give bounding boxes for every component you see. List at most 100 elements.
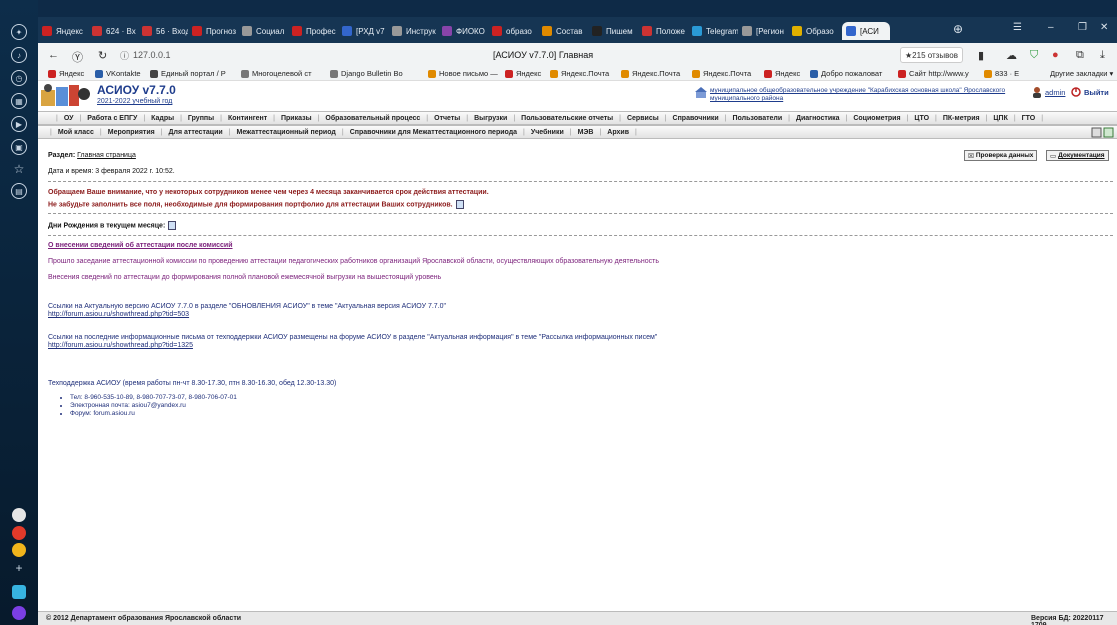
menu-item[interactable]: Выгрузки [474,115,507,122]
menu-item[interactable]: Для аттестации [169,129,223,136]
check-data-button[interactable]: ☒ Проверка данных [964,150,1038,161]
zen-icon[interactable] [12,543,26,557]
alice-assistant-icon[interactable] [12,606,26,620]
organization-link[interactable]: муниципальное общеобразовательное учрежд… [710,87,1020,103]
organization[interactable]: муниципальное общеобразовательное учрежд… [695,87,1020,103]
menu-item[interactable]: Справочники [673,115,719,122]
calendar-icon[interactable]: ▣ [11,139,27,155]
section-link[interactable]: Главная страница [77,152,136,159]
browser-tab[interactable]: Образо [792,22,838,40]
menu-item[interactable]: Пользователи [733,115,783,122]
menu-item[interactable]: ГТО [1022,115,1036,122]
site-info-icon[interactable]: ⓘ [120,49,129,62]
browser-tab[interactable]: 624 · Вх [92,22,138,40]
grid-icon[interactable]: ▦ [11,93,27,109]
new-tab-icon[interactable]: ⊕ [953,22,963,36]
back-icon[interactable]: ← [48,49,59,61]
protect-icon[interactable]: ⛉ [1030,49,1038,62]
bookmark-item[interactable]: Яндекс.Почта [550,69,609,78]
logout-button[interactable]: Выйти [1071,87,1109,97]
bookmark-item[interactable]: Добро пожаловат [810,69,882,78]
bookmark-item[interactable]: Django Bulletin Bo [330,69,403,78]
document-icon[interactable] [455,200,464,209]
browser-tab[interactable]: ФИОКО [442,22,488,40]
browser-tab[interactable]: Социал [242,22,288,40]
other-bookmarks[interactable]: Другие закладки ▾ [1050,69,1113,78]
download-icon[interactable]: ⤓ [1100,49,1105,62]
menu-item[interactable]: Пользовательские отчеты [521,115,613,122]
browser-tab[interactable]: 56 · Вход [142,22,188,40]
browser-tab[interactable]: [АСИ [842,22,890,40]
menu-item[interactable]: Архив [607,129,629,136]
menu-item[interactable]: Мероприятия [108,129,155,136]
menu-item[interactable]: МЭВ [578,129,594,136]
letters-forum-link[interactable]: http://forum.asiou.ru/showthread.php?tid… [48,342,193,349]
username-link[interactable]: admin [1045,88,1065,97]
menu-item[interactable]: Диагностика [796,115,840,122]
adblock-icon[interactable]: ● [1052,49,1059,61]
reviews-badge[interactable]: ★215 отзывов [900,47,963,63]
tabs-list-icon[interactable]: ☰ [1013,22,1022,33]
bookmark-item[interactable]: VKontakte [95,69,141,78]
school-year-link[interactable]: 2021-2022 учебный год [97,98,172,105]
update-forum-link[interactable]: http://forum.asiou.ru/showthread.php?tid… [48,311,189,318]
menu-item[interactable]: Учебники [531,129,564,136]
menu-item[interactable]: Мой класс [58,129,94,136]
menu-item[interactable]: Межаттестационный период [237,129,336,136]
menu-item[interactable]: ОУ [64,115,74,122]
yandex-logo-icon[interactable]: ✦ [11,24,27,40]
menu-item[interactable]: Отчеты [434,115,460,122]
browser-tab[interactable]: Профес [292,22,338,40]
play-icon[interactable]: ▶ [11,116,27,132]
extensions-icon[interactable]: ⧉ [1076,49,1084,62]
alice-icon[interactable] [12,508,26,522]
browser-tab[interactable]: Состав [542,22,588,40]
menu-item[interactable]: Работа с ЕПГУ [87,115,137,122]
bookmark-item[interactable]: 833 · Е [984,69,1019,78]
menu-item[interactable]: ЦТО [914,115,929,122]
browser-tab[interactable]: Telegram [692,22,738,40]
bookmark-item[interactable]: Яндекс [48,69,84,78]
menu-item[interactable]: Образовательный процесс [325,115,420,122]
bookmark-item[interactable]: Яндекс.Почта [692,69,751,78]
menu-item[interactable]: Приказы [281,115,312,122]
star-icon[interactable]: ☆ [11,161,27,177]
menu-item[interactable]: Кадры [151,115,174,122]
browser-tab[interactable]: Пишем [592,22,638,40]
bookmark-item[interactable]: Яндекс.Почта [621,69,680,78]
bookmark-icon[interactable]: ▮ [978,49,984,62]
bookmark-item[interactable]: Яндекс [505,69,541,78]
menu-item[interactable]: ПК-метрия [943,115,980,122]
browser-tab[interactable]: [Регион [742,22,788,40]
menu-item[interactable]: ЦПК [993,115,1007,122]
play-store-icon[interactable] [12,585,26,599]
maximize-icon[interactable]: ❐ [1078,22,1087,33]
add-icon[interactable]: + [12,561,26,575]
reload-icon[interactable]: ↻ [98,49,107,62]
browser-tab[interactable]: Положе [642,22,688,40]
address-bar[interactable]: ⓘ 127.0.0.1 [120,47,200,63]
user-block[interactable]: admin [1032,87,1065,98]
bookmark-item[interactable]: Сайт http://www.y [898,69,969,78]
menu-item[interactable]: Справочники для Межаттестационного перио… [350,129,517,136]
documentation-button[interactable]: ▭ Документация [1046,150,1109,161]
browser-tab[interactable]: Инструк [392,22,438,40]
yandex-app-icon[interactable] [12,526,26,540]
weather-icon[interactable]: ☁ [1006,49,1017,62]
bookmark-item[interactable]: Единый портал / Р [150,69,226,78]
menu-item[interactable]: Контингент [228,115,267,122]
birthday-document-icon[interactable] [168,221,177,230]
bell-icon[interactable]: ♪ [11,47,27,63]
minimize-icon[interactable]: – [1048,22,1054,33]
clock-icon[interactable]: ◷ [11,70,27,86]
window-icon[interactable]: ▤ [11,183,27,199]
menu-item[interactable]: Сервисы [627,115,659,122]
bookmark-item[interactable]: Многоцелевой ст [241,69,312,78]
menu-item[interactable]: Социометрия [853,115,900,122]
bookmark-item[interactable]: Новое письмо — [428,69,498,78]
browser-tab[interactable]: образо [492,22,538,40]
bookmark-item[interactable]: Яндекс [764,69,800,78]
browser-tab[interactable]: Прогноз [192,22,238,40]
close-window-icon[interactable]: ✕ [1100,22,1108,33]
browser-tab[interactable]: [РХД v7 [342,22,388,40]
